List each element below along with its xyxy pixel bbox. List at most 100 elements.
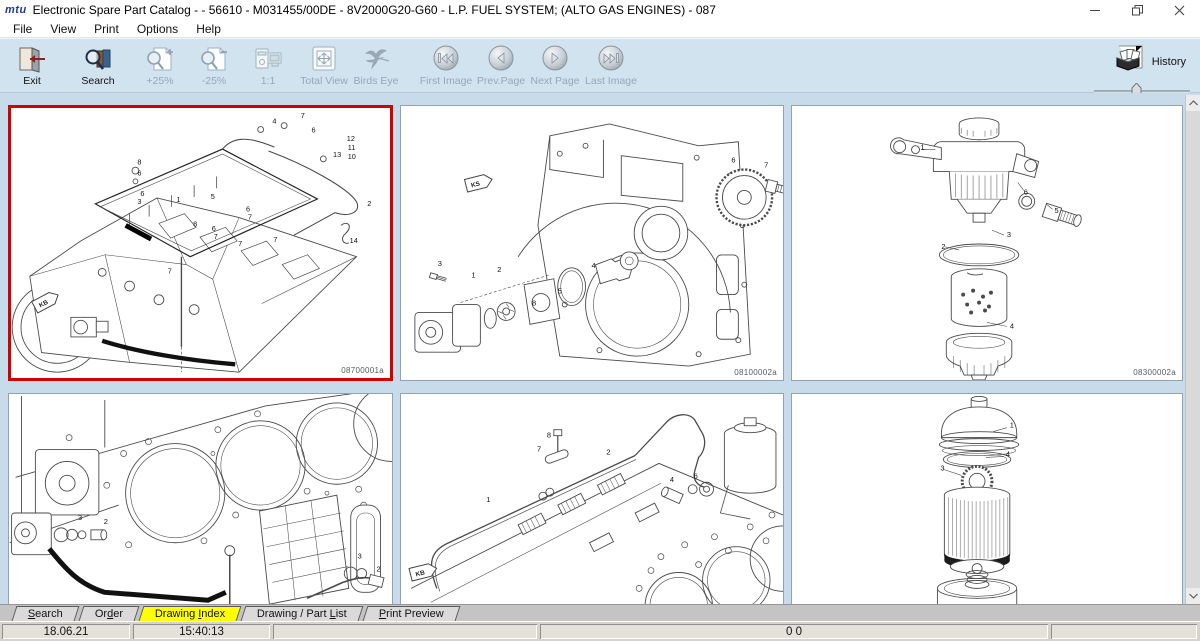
actual-size-label: 1:1 [261, 75, 276, 87]
callout-number: 4 [670, 475, 674, 484]
drawing-thumbnail-2[interactable]: KS 31285467 08100002a [400, 105, 784, 381]
close-button[interactable] [1158, 0, 1200, 20]
status-bar: 18.06.21 15:40:13 0 0 [0, 621, 1200, 641]
menu-view[interactable]: View [41, 22, 85, 36]
menu-options[interactable]: Options [128, 22, 187, 36]
callout-number: 6 [137, 169, 141, 178]
callout-number: 5 [1055, 206, 1059, 215]
callout-number: 2 [367, 199, 371, 208]
window-controls [1074, 0, 1200, 20]
callout-number: 4 [1006, 449, 1010, 458]
callout-number: 1 [1010, 421, 1014, 430]
exit-button[interactable]: Exit [6, 42, 58, 87]
next-page-button[interactable]: Next Page [528, 42, 582, 87]
minimize-icon [1090, 5, 1101, 16]
callout-number: 6 [312, 125, 316, 134]
callout-number: 1 [486, 495, 490, 504]
prev-page-icon [484, 42, 518, 75]
tab-search[interactable]: Search [12, 606, 80, 621]
menu-file[interactable]: File [4, 22, 41, 36]
callout-number: 3 [1007, 230, 1011, 239]
drawing-thumbnail-3[interactable]: 165324 08300002a [791, 105, 1183, 381]
callout-number: 3 [940, 463, 944, 472]
drawing-thumbnail-6[interactable]: 1 4 3 [791, 393, 1183, 604]
crankcase-fuel-pipe-drawing: KB 872146 [401, 394, 783, 604]
tab-order[interactable]: Order [78, 606, 139, 621]
vertical-scrollbar[interactable] [1185, 95, 1200, 604]
callout-number: 1 [920, 143, 924, 152]
tab-print-preview[interactable]: Print Preview [363, 606, 461, 621]
drawing-number: 08700001a [341, 366, 384, 375]
exit-icon [15, 42, 49, 75]
callout-number: 2 [497, 265, 501, 274]
zoom-out-button[interactable]: -25% [188, 42, 240, 87]
menu-help[interactable]: Help [187, 22, 230, 36]
first-image-label: First Image [420, 75, 473, 87]
actual-size-button[interactable]: 1:1 [242, 42, 294, 87]
menu-print[interactable]: Print [85, 22, 128, 36]
fuel-prefilter-drawing: 165324 [792, 106, 1182, 380]
last-image-icon [594, 42, 628, 75]
drawing-thumbnail-1[interactable]: KB 7461211101386631526767814777 08700001… [8, 105, 393, 381]
callout-number: 4 [592, 261, 596, 270]
drawing-thumbnail-5[interactable]: KB 872146 [400, 393, 784, 604]
callout-number: 3 [78, 513, 82, 522]
callout-number: 6 [1024, 187, 1028, 196]
callout-number: 7 [214, 232, 218, 241]
prev-page-label: Prev.Page [477, 75, 525, 87]
prev-page-button[interactable]: Prev.Page [474, 42, 528, 87]
scroll-up-button[interactable] [1186, 95, 1200, 111]
tab-drawing-part-list[interactable]: Drawing / Part List [241, 606, 364, 621]
chevron-up-icon [1189, 100, 1198, 106]
callout-number: 5 [558, 287, 562, 296]
callout-number: 3 [137, 197, 141, 206]
callout-number: 13 [333, 150, 341, 159]
birds-eye-label: Birds Eye [354, 75, 399, 87]
drawing-thumbnail-4[interactable]: 3232 [8, 393, 393, 604]
first-image-button[interactable]: First Image [418, 42, 474, 87]
callout-number: 7 [273, 235, 277, 244]
status-field-right [1051, 624, 1197, 639]
callout-number: 4 [272, 117, 276, 126]
tab-drawing-index[interactable]: Drawing Index [139, 606, 242, 621]
zoom-in-button[interactable]: +25% [134, 42, 186, 87]
minimize-button[interactable] [1074, 0, 1116, 20]
thumbnail-grid: KB 7461211101386631526767814777 08700001… [0, 93, 1200, 604]
restore-button[interactable] [1116, 0, 1158, 20]
drawing-number: 08300002a [1133, 368, 1176, 377]
callout-number: 7 [168, 266, 172, 275]
zoom-out-label: -25% [202, 75, 227, 87]
history-button[interactable]: History [1113, 44, 1186, 79]
search-button[interactable]: Search [72, 42, 124, 87]
region-arrow-ks: KS [465, 173, 494, 192]
callout-number: 12 [347, 134, 355, 143]
window-title: Electronic Spare Part Catalog - - 56610 … [33, 3, 716, 17]
next-page-label: Next Page [530, 75, 579, 87]
callout-number: 3 [358, 552, 362, 561]
callout-number: 8 [193, 219, 197, 228]
birds-eye-button[interactable]: Birds Eye [350, 42, 402, 87]
zoom-in-icon [143, 42, 177, 75]
scroll-down-button[interactable] [1186, 588, 1200, 604]
history-icon [1113, 44, 1147, 79]
total-view-label: Total View [300, 75, 348, 87]
callout-number: 3 [438, 259, 442, 268]
total-view-icon [307, 42, 341, 75]
close-icon [1174, 5, 1185, 16]
next-page-icon [538, 42, 572, 75]
callout-number: 5 [211, 192, 215, 201]
status-field-empty [273, 624, 537, 639]
drawing-index-grid: KB 7461211101386631526767814777 08700001… [0, 93, 1200, 604]
engine-fuel-piping-drawing: KB 7461211101386631526767814777 [11, 108, 390, 378]
callout-number: 4 [1010, 321, 1014, 330]
callout-number: 6 [731, 156, 735, 165]
chevron-down-icon [1189, 593, 1198, 599]
app-window: mtu Electronic Spare Part Catalog - - 56… [0, 0, 1200, 641]
total-view-button[interactable]: Total View [298, 42, 350, 87]
last-image-button[interactable]: Last Image [582, 42, 640, 87]
callout-number: 7 [764, 161, 768, 170]
status-time: 15:40:13 [133, 624, 270, 639]
callout-number: 10 [348, 152, 356, 161]
title-bar: mtu Electronic Spare Part Catalog - - 56… [0, 0, 1200, 20]
callout-number: 2 [606, 447, 610, 456]
